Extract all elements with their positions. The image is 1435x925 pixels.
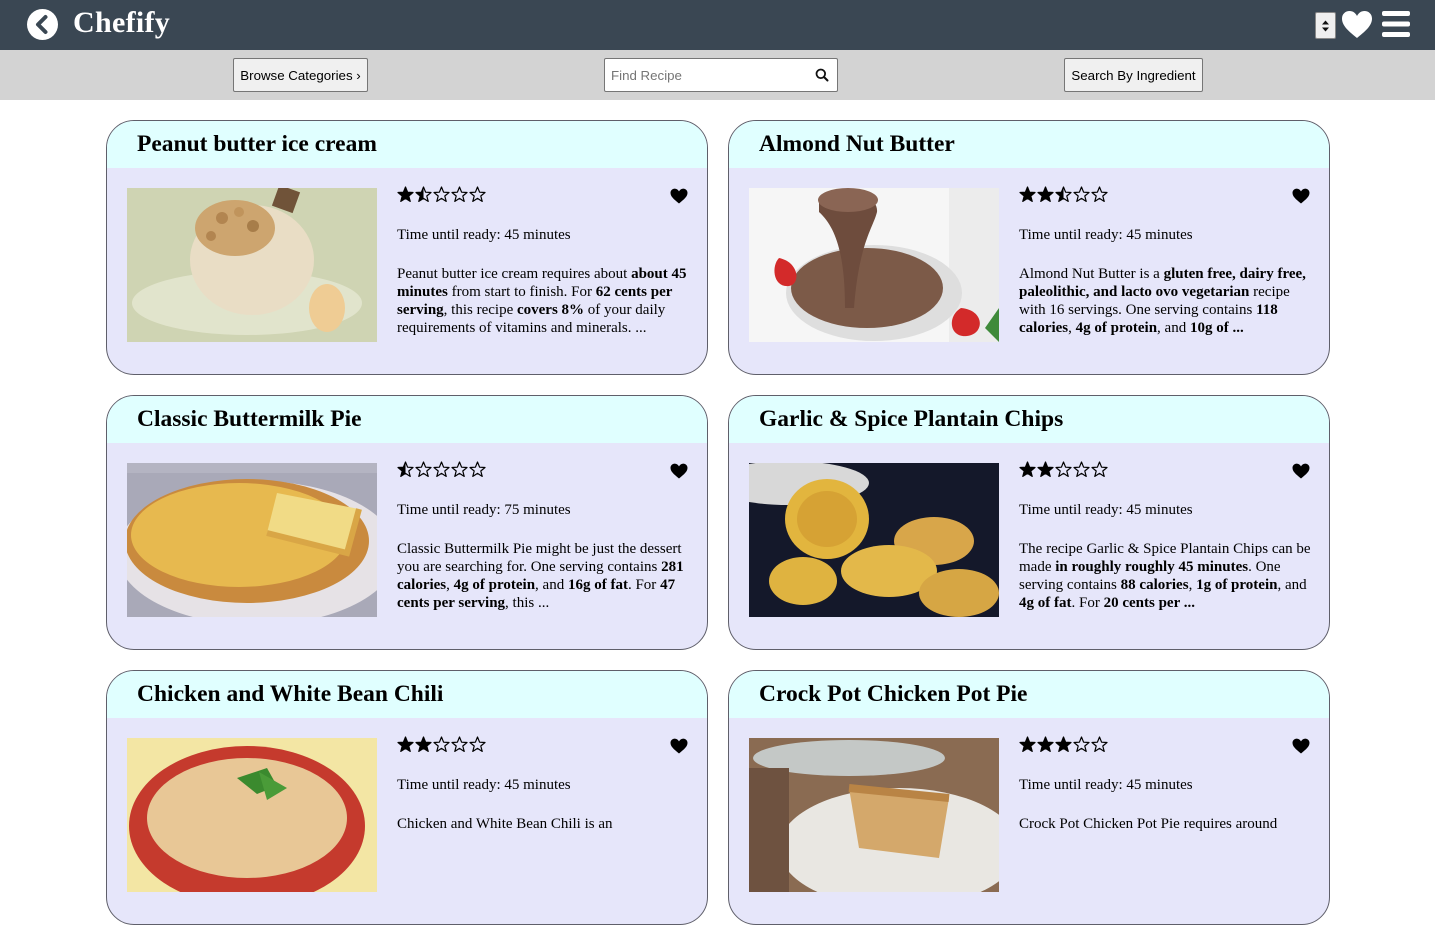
recipe-image[interactable] (749, 738, 999, 892)
star-filled-icon (1037, 186, 1054, 202)
recipe-summary: Crock Pot Chicken Pot Pie requires aroun… (1019, 816, 1278, 832)
recipe-title[interactable]: Peanut butter ice cream (137, 131, 377, 158)
app-title[interactable]: Chefify (73, 6, 170, 40)
favorite-heart-icon[interactable] (1292, 463, 1310, 479)
favorite-heart-icon[interactable] (1292, 738, 1310, 754)
ready-time: Time until ready: 45 minutes (1019, 502, 1193, 518)
star-empty-icon (1091, 186, 1108, 202)
toolbar: Browse Categories › Search By Ingredient (0, 50, 1435, 100)
sort-arrows-icon (1322, 20, 1329, 31)
recipe-image[interactable] (749, 463, 999, 617)
recipe-summary: The recipe Garlic & Spice Plantain Chips… (1019, 541, 1311, 611)
star-filled-icon (1019, 186, 1036, 202)
ready-time: Time until ready: 45 minutes (397, 227, 571, 243)
star-empty-icon (433, 461, 450, 477)
recipe-summary: Peanut butter ice cream requires about a… (397, 266, 687, 336)
star-filled-icon (1019, 461, 1036, 477)
recipe-card[interactable]: Classic Buttermilk Pie Time until ready:… (106, 395, 708, 650)
star-empty-icon (1073, 736, 1090, 752)
rating-stars (397, 461, 486, 478)
star-empty-icon (433, 736, 450, 752)
search-input[interactable] (605, 59, 810, 91)
card-header: Chicken and White Bean Chili (107, 671, 707, 718)
recipe-title[interactable]: Crock Pot Chicken Pot Pie (759, 681, 1027, 708)
star-filled-icon (1055, 736, 1072, 752)
recipe-title[interactable]: Garlic & Spice Plantain Chips (759, 406, 1063, 433)
recipe-image[interactable] (127, 463, 377, 617)
star-empty-icon (1055, 461, 1072, 477)
hamburger-menu-icon[interactable] (1382, 11, 1410, 37)
ready-time: Time until ready: 45 minutes (1019, 777, 1193, 793)
star-empty-icon (1091, 461, 1108, 477)
ready-time: Time until ready: 75 minutes (397, 502, 571, 518)
card-header: Peanut butter ice cream (107, 121, 707, 168)
star-empty-icon (451, 186, 468, 202)
recipe-image[interactable] (127, 738, 377, 892)
star-empty-icon (1073, 186, 1090, 202)
star-empty-icon (415, 461, 432, 477)
ready-time: Time until ready: 45 minutes (397, 777, 571, 793)
recipe-card[interactable]: Almond Nut Butter Time until ready: 45 m… (728, 120, 1330, 375)
favorites-heart-icon[interactable] (1341, 10, 1373, 39)
favorite-heart-icon[interactable] (670, 463, 688, 479)
rating-stars (397, 736, 486, 753)
star-half-icon (415, 186, 432, 202)
star-empty-icon (469, 186, 486, 202)
top-bar: Chefify (0, 0, 1435, 50)
star-filled-icon (1037, 461, 1054, 477)
favorite-heart-icon[interactable] (670, 188, 688, 204)
card-header: Garlic & Spice Plantain Chips (729, 396, 1329, 443)
browse-categories-button[interactable]: Browse Categories › (233, 58, 368, 92)
card-header: Crock Pot Chicken Pot Pie (729, 671, 1329, 718)
recipe-card[interactable]: Crock Pot Chicken Pot Pie Time until rea… (728, 670, 1330, 925)
recipe-image[interactable] (749, 188, 999, 342)
recipe-card[interactable]: Garlic & Spice Plantain Chips Time until… (728, 395, 1330, 650)
favorite-heart-icon[interactable] (670, 738, 688, 754)
recipe-card[interactable]: Chicken and White Bean Chili Time until … (106, 670, 708, 925)
star-half-icon (1055, 186, 1072, 202)
star-filled-icon (1037, 736, 1054, 752)
star-filled-icon (397, 186, 414, 202)
star-empty-icon (1091, 736, 1108, 752)
card-header: Almond Nut Butter (729, 121, 1329, 168)
star-filled-icon (397, 736, 414, 752)
star-empty-icon (469, 736, 486, 752)
search-box (604, 58, 838, 92)
recipe-summary: Chicken and White Bean Chili is an (397, 816, 613, 832)
recipe-image[interactable] (127, 188, 377, 342)
search-by-ingredient-button[interactable]: Search By Ingredient (1064, 58, 1203, 92)
recipe-card[interactable]: Peanut butter ice cream Time until ready… (106, 120, 708, 375)
recipe-title[interactable]: Chicken and White Bean Chili (137, 681, 443, 708)
recipe-summary: Classic Buttermilk Pie might be just the… (397, 541, 684, 611)
rating-stars (1019, 186, 1108, 203)
star-filled-icon (1019, 736, 1036, 752)
star-empty-icon (451, 461, 468, 477)
rating-stars (397, 186, 486, 203)
star-filled-icon (415, 736, 432, 752)
star-empty-icon (433, 186, 450, 202)
rating-stars (1019, 736, 1108, 753)
recipe-title[interactable]: Classic Buttermilk Pie (137, 406, 362, 433)
star-empty-icon (1073, 461, 1090, 477)
card-header: Classic Buttermilk Pie (107, 396, 707, 443)
sort-select[interactable] (1315, 12, 1336, 39)
star-empty-icon (451, 736, 468, 752)
star-half-icon (397, 461, 414, 477)
recipe-title[interactable]: Almond Nut Butter (759, 131, 955, 158)
recipe-summary: Almond Nut Butter is a gluten free, dair… (1019, 266, 1306, 336)
ready-time: Time until ready: 45 minutes (1019, 227, 1193, 243)
search-icon[interactable] (815, 68, 829, 82)
chevron-left-icon (36, 15, 48, 34)
rating-stars (1019, 461, 1108, 478)
favorite-heart-icon[interactable] (1292, 188, 1310, 204)
back-button[interactable] (27, 9, 58, 40)
star-empty-icon (469, 461, 486, 477)
